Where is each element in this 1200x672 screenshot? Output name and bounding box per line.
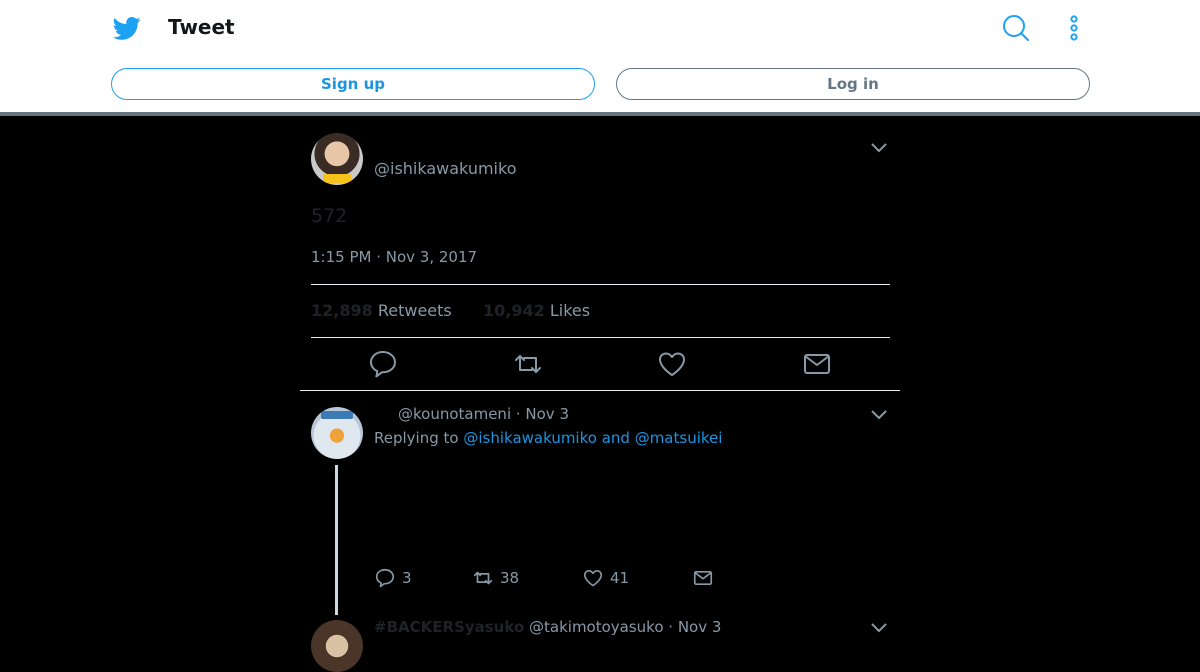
replying-prefix: Replying to — [374, 429, 459, 447]
reply-author-header[interactable]: @kounotameni · Nov 3 — [398, 405, 569, 423]
avatar-banner — [321, 411, 353, 419]
reply-count: 3 — [402, 569, 412, 587]
like-icon — [583, 569, 603, 587]
chevron-down-icon[interactable] — [869, 620, 889, 634]
avatar[interactable] — [311, 407, 363, 459]
thread-line — [335, 465, 338, 615]
search-icon[interactable] — [1001, 13, 1031, 43]
login-button[interactable]: Log in — [616, 68, 1090, 100]
replying-to: Replying to @ishikawakumiko and @matsuik… — [374, 429, 722, 447]
page-title: Tweet — [168, 15, 235, 39]
likes-label: Likes — [549, 301, 591, 320]
like-action[interactable]: 41 — [582, 566, 629, 590]
likes-count: 10,942 — [483, 301, 545, 320]
message-action[interactable] — [692, 566, 714, 590]
avatar-badge — [323, 174, 351, 183]
divider — [311, 284, 890, 285]
top-bar: Tweet Sign up Log in — [0, 0, 1200, 112]
retweet-icon[interactable] — [512, 348, 544, 380]
signup-button[interactable]: Sign up — [111, 68, 595, 100]
twitter-bird-icon[interactable] — [113, 14, 141, 42]
retweets-count: 12,898 — [311, 301, 373, 320]
replying-to-links[interactable]: @ishikawakumiko and @matsuikei — [463, 429, 722, 447]
avatar[interactable] — [311, 133, 363, 185]
header-divider — [0, 112, 1200, 116]
avatar[interactable] — [311, 620, 363, 672]
like-count: 41 — [610, 569, 630, 587]
retweet-action[interactable]: 38 — [472, 566, 519, 590]
divider — [300, 390, 900, 391]
divider — [311, 337, 890, 338]
next-reply-handle-date: @takimotoyasuko · Nov 3 — [529, 618, 722, 636]
chevron-down-icon[interactable] — [869, 407, 889, 421]
reply-icon — [375, 568, 395, 588]
retweet-icon — [473, 571, 493, 585]
message-icon[interactable] — [801, 348, 833, 380]
tweet-timestamp[interactable]: 1:15 PM · Nov 3, 2017 — [311, 248, 477, 266]
more-options-icon[interactable] — [1064, 13, 1084, 43]
tweet-text: 572 — [311, 205, 348, 227]
next-reply-author-name: #BACKERSyasuko — [374, 618, 525, 636]
chevron-down-icon[interactable] — [869, 140, 889, 154]
like-icon[interactable] — [656, 348, 688, 380]
retweet-count: 38 — [500, 569, 520, 587]
message-icon — [693, 570, 713, 586]
reply-action[interactable]: 3 — [374, 566, 412, 590]
reply-icon[interactable] — [367, 348, 399, 380]
retweets-stat[interactable]: 12,898 Retweets — [311, 301, 452, 320]
retweets-label: Retweets — [377, 301, 452, 320]
likes-stat[interactable]: 10,942 Likes — [483, 301, 590, 320]
tweet-author-handle[interactable]: @ishikawakumiko — [374, 159, 516, 178]
next-reply-header[interactable]: #BACKERSyasuko @takimotoyasuko · Nov 3 — [374, 618, 721, 636]
